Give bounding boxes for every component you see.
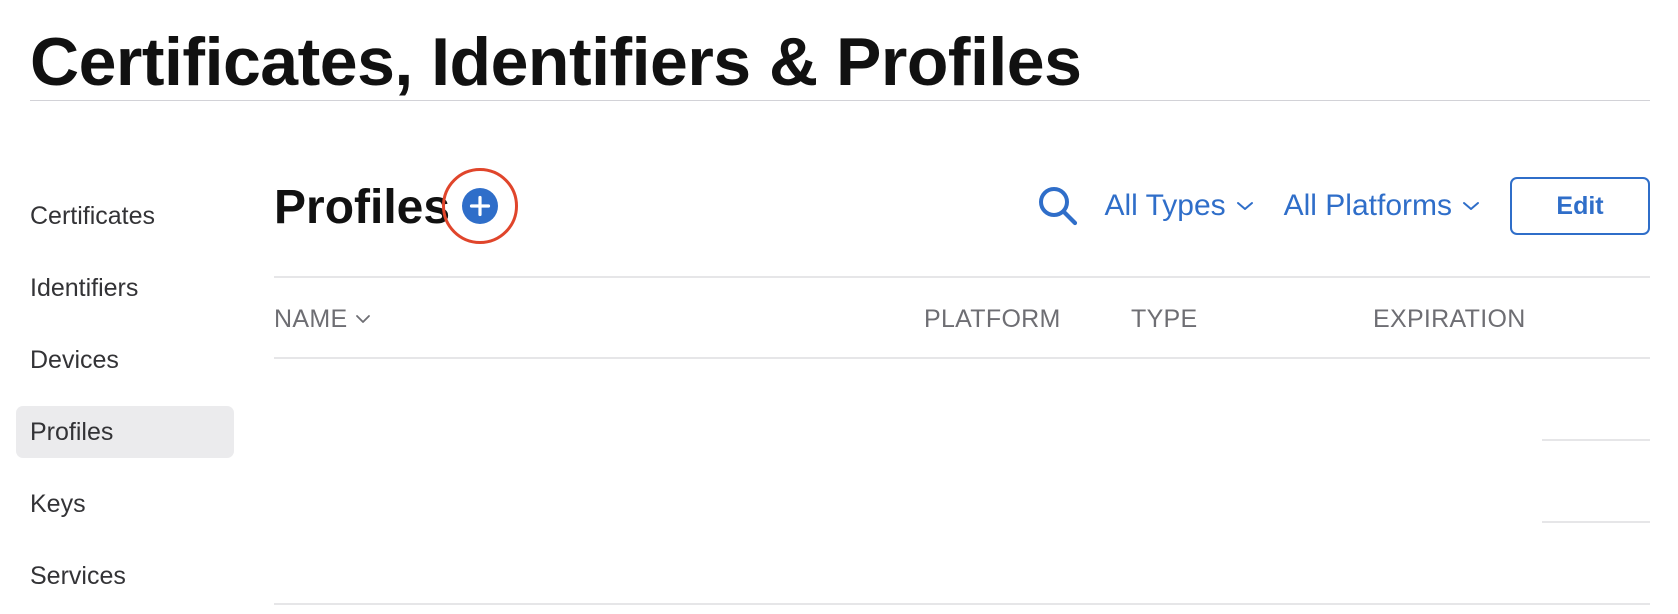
sidebar-item-devices[interactable]: Devices <box>16 334 234 386</box>
column-header-type: TYPE <box>1131 305 1198 333</box>
toolbar: All Types All Platforms Edit <box>1036 176 1650 236</box>
add-profile-button[interactable] <box>462 188 498 224</box>
chevron-down-icon <box>356 315 371 323</box>
sidebar-item-services[interactable]: Services <box>16 550 234 602</box>
page: Certificates, Identifiers & Profiles Cer… <box>0 0 1678 614</box>
table-top-divider <box>274 276 1650 278</box>
column-header-platform: PLATFORM <box>924 305 1061 333</box>
sidebar-item-certificates[interactable]: Certificates <box>16 190 234 242</box>
sidebar-item-keys[interactable]: Keys <box>16 478 234 530</box>
row-divider <box>1542 521 1650 523</box>
sidebar-item-identifiers[interactable]: Identifiers <box>16 262 234 314</box>
column-header-name[interactable]: NAME <box>274 302 371 336</box>
sidebar: Certificates Identifiers Devices Profile… <box>16 190 234 614</box>
filter-all-types-label: All Types <box>1104 189 1226 222</box>
chevron-down-icon <box>1463 202 1479 210</box>
sidebar-item-profiles[interactable]: Profiles <box>16 406 234 458</box>
edit-button[interactable]: Edit <box>1510 177 1650 235</box>
chevron-down-icon <box>1236 202 1253 210</box>
column-header-name-label: NAME <box>274 305 348 333</box>
search-button[interactable] <box>1036 184 1080 228</box>
page-title: Certificates, Identifiers & Profiles <box>30 24 1082 100</box>
filter-all-platforms-label: All Platforms <box>1283 189 1452 222</box>
table-header-divider <box>274 357 1650 359</box>
column-header-expiration: EXPIRATION <box>1373 305 1526 333</box>
row-divider <box>1542 439 1650 441</box>
plus-circle-icon <box>469 195 491 217</box>
filter-all-types[interactable]: All Types <box>1104 189 1253 223</box>
search-icon <box>1039 187 1078 226</box>
title-divider <box>30 100 1650 101</box>
add-button-highlight <box>442 168 518 244</box>
table-bottom-divider <box>274 603 1650 605</box>
section-title: Profiles <box>274 181 451 234</box>
filter-all-platforms[interactable]: All Platforms <box>1284 189 1480 223</box>
